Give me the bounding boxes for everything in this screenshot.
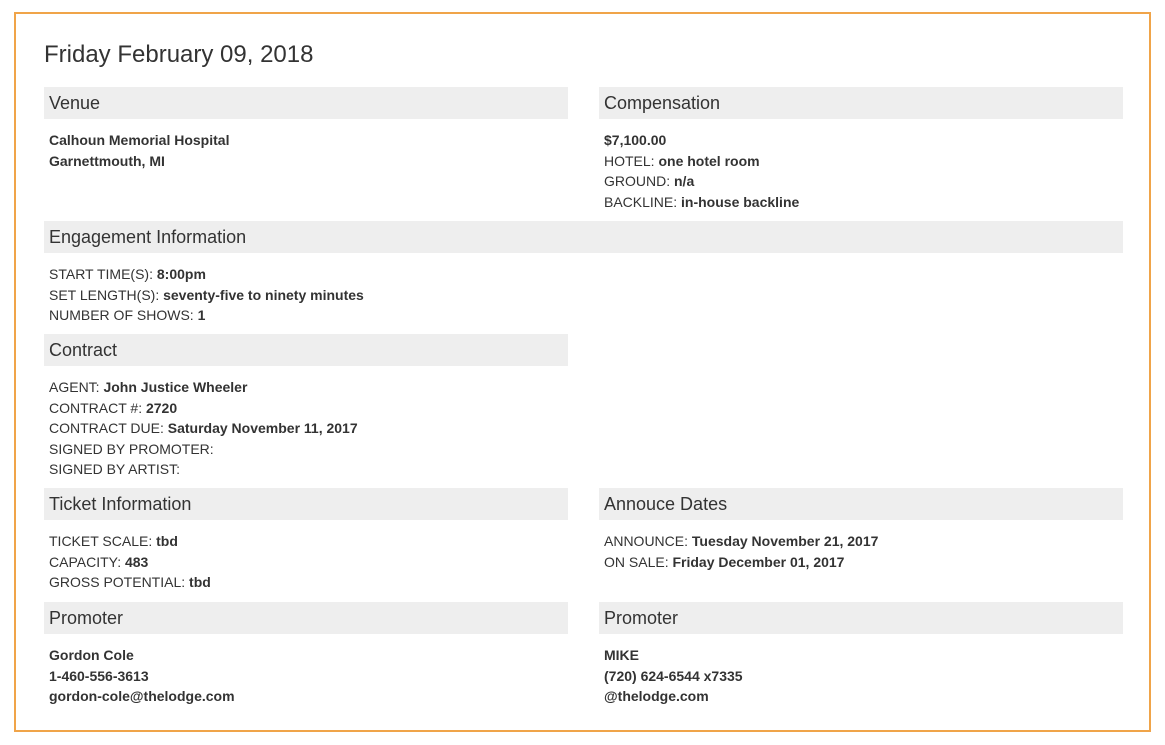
set-length-value: seventy-five to ninety minutes bbox=[163, 286, 364, 303]
shows-value: 1 bbox=[197, 307, 206, 323]
hotel-line: HOTEL: one hotel room bbox=[604, 151, 1123, 172]
announce-label: ANNOUNCE: bbox=[604, 533, 692, 549]
promoter-left-header: Promoter bbox=[44, 602, 568, 634]
announce-body: ANNOUNCE: Tuesday November 21, 2017 ON S… bbox=[599, 520, 1123, 572]
set-length-label: SET LENGTH(S): bbox=[49, 286, 164, 303]
promoter-right-section: Promoter MIKE (720) 624-6544 x7335 @thel… bbox=[599, 602, 1123, 707]
onsale-label: ON SALE: bbox=[604, 553, 673, 570]
engagement-body: START TIME(S): 8:00pm SET LENGTH(S): sev… bbox=[44, 253, 1123, 326]
announce-header: Annouce Dates bbox=[599, 488, 1123, 520]
venue-header: Venue bbox=[44, 87, 568, 119]
venue-name: Calhoun Memorial Hospital bbox=[49, 132, 230, 148]
contract-header: Contract bbox=[44, 334, 568, 366]
set-length-line: SET LENGTH(S): seventy-five to ninety mi… bbox=[49, 285, 1123, 306]
compensation-body: $7,100.00 HOTEL: one hotel room GROUND: … bbox=[599, 119, 1123, 212]
contract-number-label: CONTRACT #: bbox=[49, 399, 146, 416]
backline-line: BACKLINE: in-house backline bbox=[604, 192, 1123, 213]
engagement-section: Engagement Information START TIME(S): 8:… bbox=[44, 221, 1123, 326]
capacity-value: 483 bbox=[124, 553, 149, 570]
backline-label: BACKLINE: bbox=[604, 193, 682, 210]
contract-number-value: 2720 bbox=[145, 399, 178, 416]
start-time-line: START TIME(S): 8:00pm bbox=[49, 264, 1123, 285]
venue-body: Calhoun Memorial Hospital Garnettmouth, … bbox=[44, 119, 568, 171]
shows-label: NUMBER OF SHOWS: bbox=[49, 307, 198, 323]
promoter-right-phone: (720) 624-6544 x7335 bbox=[604, 667, 743, 684]
gross-label: GROSS POTENTIAL: bbox=[49, 574, 190, 590]
ground-label: GROUND: bbox=[604, 173, 674, 189]
hotel-label: HOTEL: bbox=[604, 152, 659, 169]
signed-by-promoter: SIGNED BY PROMOTER: bbox=[49, 440, 214, 457]
onsale-line: ON SALE: Friday December 01, 2017 bbox=[604, 552, 1123, 573]
promoter-left-body: Gordon Cole 1-460-556-3613 gordon-cole@t… bbox=[44, 634, 568, 707]
ticket-body: TICKET SCALE: tbd CAPACITY: 483 GROSS PO… bbox=[44, 520, 568, 593]
capacity-line: CAPACITY: 483 bbox=[49, 552, 568, 573]
compensation-amount: $7,100.00 bbox=[604, 132, 667, 148]
venue-location: Garnettmouth, MI bbox=[49, 152, 165, 169]
engagement-header: Engagement Information bbox=[44, 221, 1123, 253]
contract-body: AGENT: John Justice Wheeler CONTRACT #: … bbox=[44, 366, 568, 480]
agent-line: AGENT: John Justice Wheeler bbox=[49, 377, 568, 398]
gross-value: tbd bbox=[189, 574, 211, 590]
contract-due-label: CONTRACT DUE: bbox=[49, 420, 168, 436]
ticket-scale-value: tbd bbox=[156, 533, 178, 549]
promoter-right-email: @thelodge.com bbox=[604, 688, 709, 704]
promoter-left-phone: 1-460-556-3613 bbox=[49, 667, 149, 684]
announce-value: Tuesday November 21, 2017 bbox=[691, 533, 879, 549]
venue-section: Venue Calhoun Memorial Hospital Garnettm… bbox=[44, 87, 568, 171]
contract-number-line: CONTRACT #: 2720 bbox=[49, 398, 568, 419]
agent-value: John Justice Wheeler bbox=[103, 379, 248, 395]
contract-section: Contract AGENT: John Justice Wheeler CON… bbox=[44, 334, 568, 480]
hotel-value: one hotel room bbox=[658, 152, 760, 169]
contract-due-value: Saturday November 11, 2017 bbox=[167, 420, 358, 436]
agent-label: AGENT: bbox=[49, 379, 104, 395]
page-title: Friday February 09, 2018 bbox=[44, 41, 314, 68]
promoter-right-name: MIKE bbox=[604, 647, 639, 663]
promoter-left-section: Promoter Gordon Cole 1-460-556-3613 gord… bbox=[44, 602, 568, 707]
ticket-scale-label: TICKET SCALE: bbox=[49, 533, 157, 549]
onsale-value: Friday December 01, 2017 bbox=[672, 553, 845, 570]
ticket-section: Ticket Information TICKET SCALE: tbd CAP… bbox=[44, 488, 568, 593]
ground-line: GROUND: n/a bbox=[604, 171, 1123, 192]
backline-value: in-house backline bbox=[681, 193, 800, 210]
shows-line: NUMBER OF SHOWS: 1 bbox=[49, 305, 1123, 326]
ticket-scale-line: TICKET SCALE: tbd bbox=[49, 531, 568, 552]
compensation-header: Compensation bbox=[599, 87, 1123, 119]
compensation-section: Compensation $7,100.00 HOTEL: one hotel … bbox=[599, 87, 1123, 212]
promoter-right-body: MIKE (720) 624-6544 x7335 @thelodge.com bbox=[599, 634, 1123, 707]
signed-by-artist: SIGNED BY ARTIST: bbox=[49, 461, 180, 477]
contract-due-line: CONTRACT DUE: Saturday November 11, 2017 bbox=[49, 418, 568, 439]
promoter-right-header: Promoter bbox=[599, 602, 1123, 634]
promoter-left-name: Gordon Cole bbox=[49, 647, 134, 663]
start-time-value: 8:00pm bbox=[156, 266, 206, 282]
announce-line: ANNOUNCE: Tuesday November 21, 2017 bbox=[604, 531, 1123, 552]
ticket-header: Ticket Information bbox=[44, 488, 568, 520]
gross-line: GROSS POTENTIAL: tbd bbox=[49, 572, 568, 593]
start-time-label: START TIME(S): bbox=[49, 266, 157, 282]
promoter-left-email: gordon-cole@thelodge.com bbox=[49, 688, 235, 704]
capacity-label: CAPACITY: bbox=[49, 553, 125, 570]
announce-section: Annouce Dates ANNOUNCE: Tuesday November… bbox=[599, 488, 1123, 572]
ground-value: n/a bbox=[674, 173, 695, 189]
